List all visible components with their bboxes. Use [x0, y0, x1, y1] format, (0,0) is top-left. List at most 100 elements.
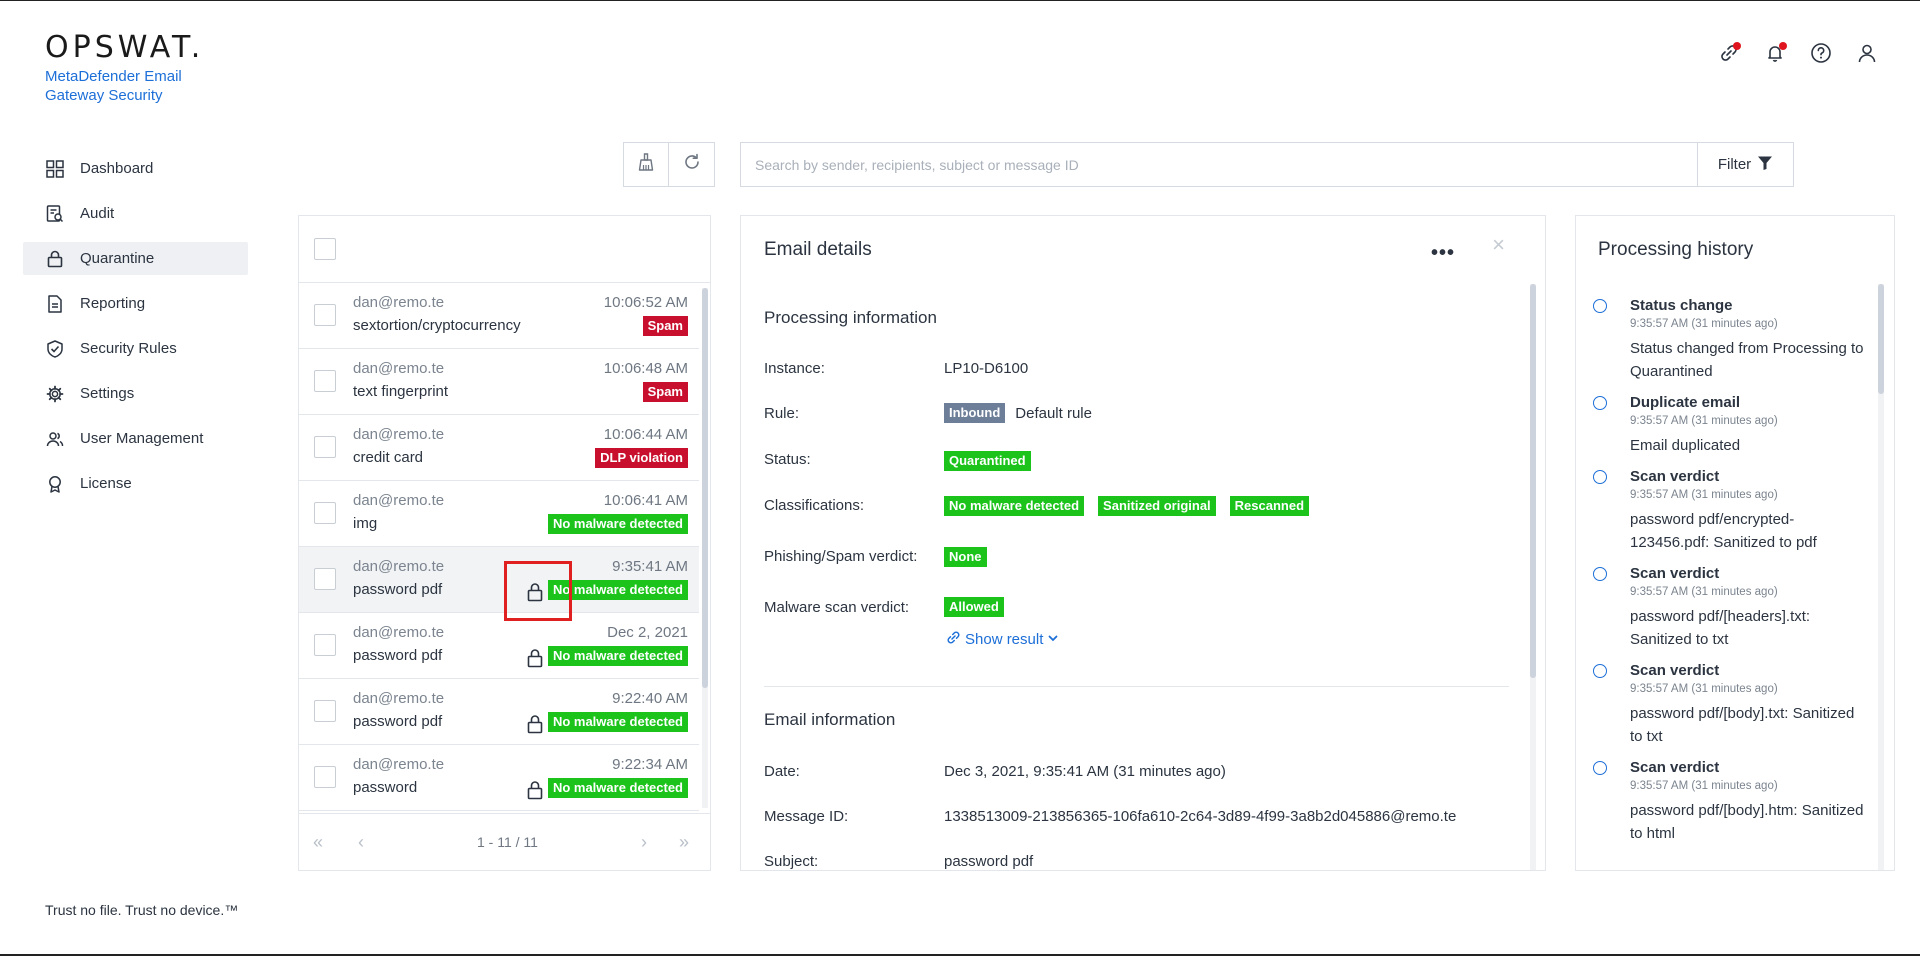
sidebar-item-settings[interactable]: Settings [23, 377, 248, 410]
section-divider [764, 686, 1509, 687]
row-sender: dan@remo.te [353, 426, 445, 443]
details-scrollbar[interactable] [1530, 284, 1536, 870]
timeline-dot-icon [1593, 567, 1607, 581]
award-icon [46, 475, 64, 493]
sidebar-item-label: Settings [80, 385, 135, 402]
sidebar-item-license[interactable]: License [23, 467, 248, 500]
row-time: 10:06:48 AM [603, 360, 688, 377]
email-row[interactable]: dan@remo.te password pdf 9:22:40 AM No m… [299, 679, 699, 745]
email-row[interactable]: dan@remo.te text fingerprint 10:06:48 AM… [299, 349, 699, 415]
brand-logo[interactable]: OPSWAT. MetaDefender Email Gateway Secur… [45, 30, 204, 105]
status-badge: Quarantined [944, 451, 1031, 471]
row-subject: password pdf [353, 581, 443, 598]
classifications-label: Classifications: [764, 497, 865, 514]
email-row[interactable]: dan@remo.te credit card 10:06:44 AM DLP … [299, 415, 699, 481]
timeline-dot-icon [1593, 761, 1607, 775]
row-checkbox[interactable] [314, 304, 336, 326]
email-row[interactable]: dan@remo.te img 10:06:41 AM No malware d… [299, 481, 699, 547]
users-icon [46, 430, 64, 448]
history-timeline: Status change 9:35:57 AM (31 minutes ago… [1576, 296, 1876, 855]
prev-page-button[interactable]: ‹ [358, 832, 364, 853]
row-checkbox[interactable] [314, 568, 336, 590]
processing-info-heading: Processing information [764, 308, 937, 327]
phishing-value-group: None [944, 547, 987, 567]
bell-icon[interactable] [1762, 40, 1788, 66]
history-scrollbar-thumb[interactable] [1878, 284, 1884, 394]
search-bar: Filter [740, 142, 1794, 187]
refresh-button[interactable] [669, 142, 715, 187]
header-actions [1716, 40, 1880, 66]
list-scrollbar-thumb[interactable] [702, 288, 708, 688]
clear-filter-button[interactable] [623, 142, 669, 187]
email-row[interactable]: dan@remo.te sextortion/cryptocurrency 10… [299, 283, 699, 349]
lock-icon [526, 648, 544, 668]
classifications-group: No malware detected Sanitized original R… [944, 496, 1310, 516]
sidebar-item-label: Reporting [80, 295, 146, 312]
row-status-badge: No malware detected [547, 514, 688, 534]
classification-badge: Sanitized original [1098, 496, 1216, 516]
row-checkbox[interactable] [314, 436, 336, 458]
rule-name[interactable]: Default rule [1015, 405, 1092, 422]
list-toolbar [623, 142, 715, 187]
status-value-group: Quarantined [944, 451, 1031, 471]
sidebar-item-audit[interactable]: Audit [23, 197, 248, 230]
phishing-label: Phishing/Spam verdict: [764, 548, 918, 565]
help-icon[interactable] [1808, 40, 1834, 66]
list-scrollbar[interactable] [702, 288, 708, 808]
sidebar-item-reporting[interactable]: Reporting [23, 287, 248, 320]
select-all-checkbox[interactable] [314, 238, 336, 260]
email-info-heading: Email information [764, 710, 896, 729]
sidebar-item-dashboard[interactable]: Dashboard [23, 152, 248, 185]
classification-badge: Rescanned [1229, 496, 1310, 516]
email-row[interactable]: dan@remo.te password pdf Dec 2, 2021 No … [299, 613, 699, 679]
details-scrollbar-thumb[interactable] [1530, 284, 1536, 678]
row-status-badge: Spam [642, 382, 688, 402]
row-subject: text fingerprint [353, 383, 449, 400]
subject-value: password pdf [944, 853, 1034, 870]
next-page-button[interactable]: › [641, 832, 647, 853]
sidebar-item-user-management[interactable]: User Management [23, 422, 248, 455]
row-sender: dan@remo.te [353, 294, 445, 311]
history-entry: Scan verdict 9:35:57 AM (31 minutes ago)… [1576, 661, 1876, 748]
page-count: 1 - 11 / 11 [477, 834, 538, 850]
last-page-button[interactable]: » [679, 832, 689, 853]
row-checkbox[interactable] [314, 634, 336, 656]
email-row-selected[interactable]: dan@remo.te password pdf 9:35:41 AM No m… [299, 547, 699, 613]
filter-button[interactable]: Filter [1697, 143, 1793, 186]
malware-value-group: Allowed [944, 597, 1004, 617]
row-subject: password pdf [353, 713, 443, 730]
history-entry-time: 9:35:57 AM (31 minutes ago) [1630, 780, 1778, 792]
sidebar-item-quarantine[interactable]: Quarantine [23, 242, 248, 275]
show-result-link[interactable]: Show result [946, 630, 1059, 649]
row-checkbox[interactable] [314, 766, 336, 788]
malware-verdict-badge: Allowed [944, 597, 1004, 617]
row-sender: dan@remo.te [353, 360, 445, 377]
row-checkbox[interactable] [314, 700, 336, 722]
row-checkbox[interactable] [314, 502, 336, 524]
link-icon[interactable] [1716, 40, 1742, 66]
history-scrollbar[interactable] [1878, 284, 1884, 870]
first-page-button[interactable]: « [313, 832, 323, 853]
logo-wordmark: OPSWAT. [45, 30, 205, 65]
close-details-button[interactable]: × [1492, 232, 1505, 258]
timeline-dot-icon [1593, 299, 1607, 313]
email-list: dan@remo.te sextortion/cryptocurrency 10… [299, 283, 699, 813]
message-id-label: Message ID: [764, 808, 849, 825]
product-name-line2: Gateway Security [45, 87, 163, 104]
sidebar-item-security-rules[interactable]: Security Rules [23, 332, 248, 365]
row-status-badge: DLP violation [595, 448, 688, 468]
row-sender: dan@remo.te [353, 624, 445, 641]
sidebar-item-label: Security Rules [80, 340, 177, 357]
row-time: 9:35:41 AM [612, 558, 688, 575]
more-options-button[interactable]: ••• [1431, 242, 1455, 265]
history-entry-desc: Status changed from Processing to Quaran… [1630, 340, 1864, 380]
history-entry: Duplicate email 9:35:57 AM (31 minutes a… [1576, 393, 1876, 457]
email-row[interactable]: dan@remo.te password 9:22:34 AM No malwa… [299, 745, 699, 811]
user-icon[interactable] [1854, 40, 1880, 66]
search-input[interactable] [741, 143, 1697, 186]
row-checkbox[interactable] [314, 370, 336, 392]
filter-icon [1757, 155, 1773, 175]
history-title: Processing history [1598, 239, 1754, 260]
dashboard-icon [46, 159, 64, 178]
lock-icon [526, 780, 544, 800]
